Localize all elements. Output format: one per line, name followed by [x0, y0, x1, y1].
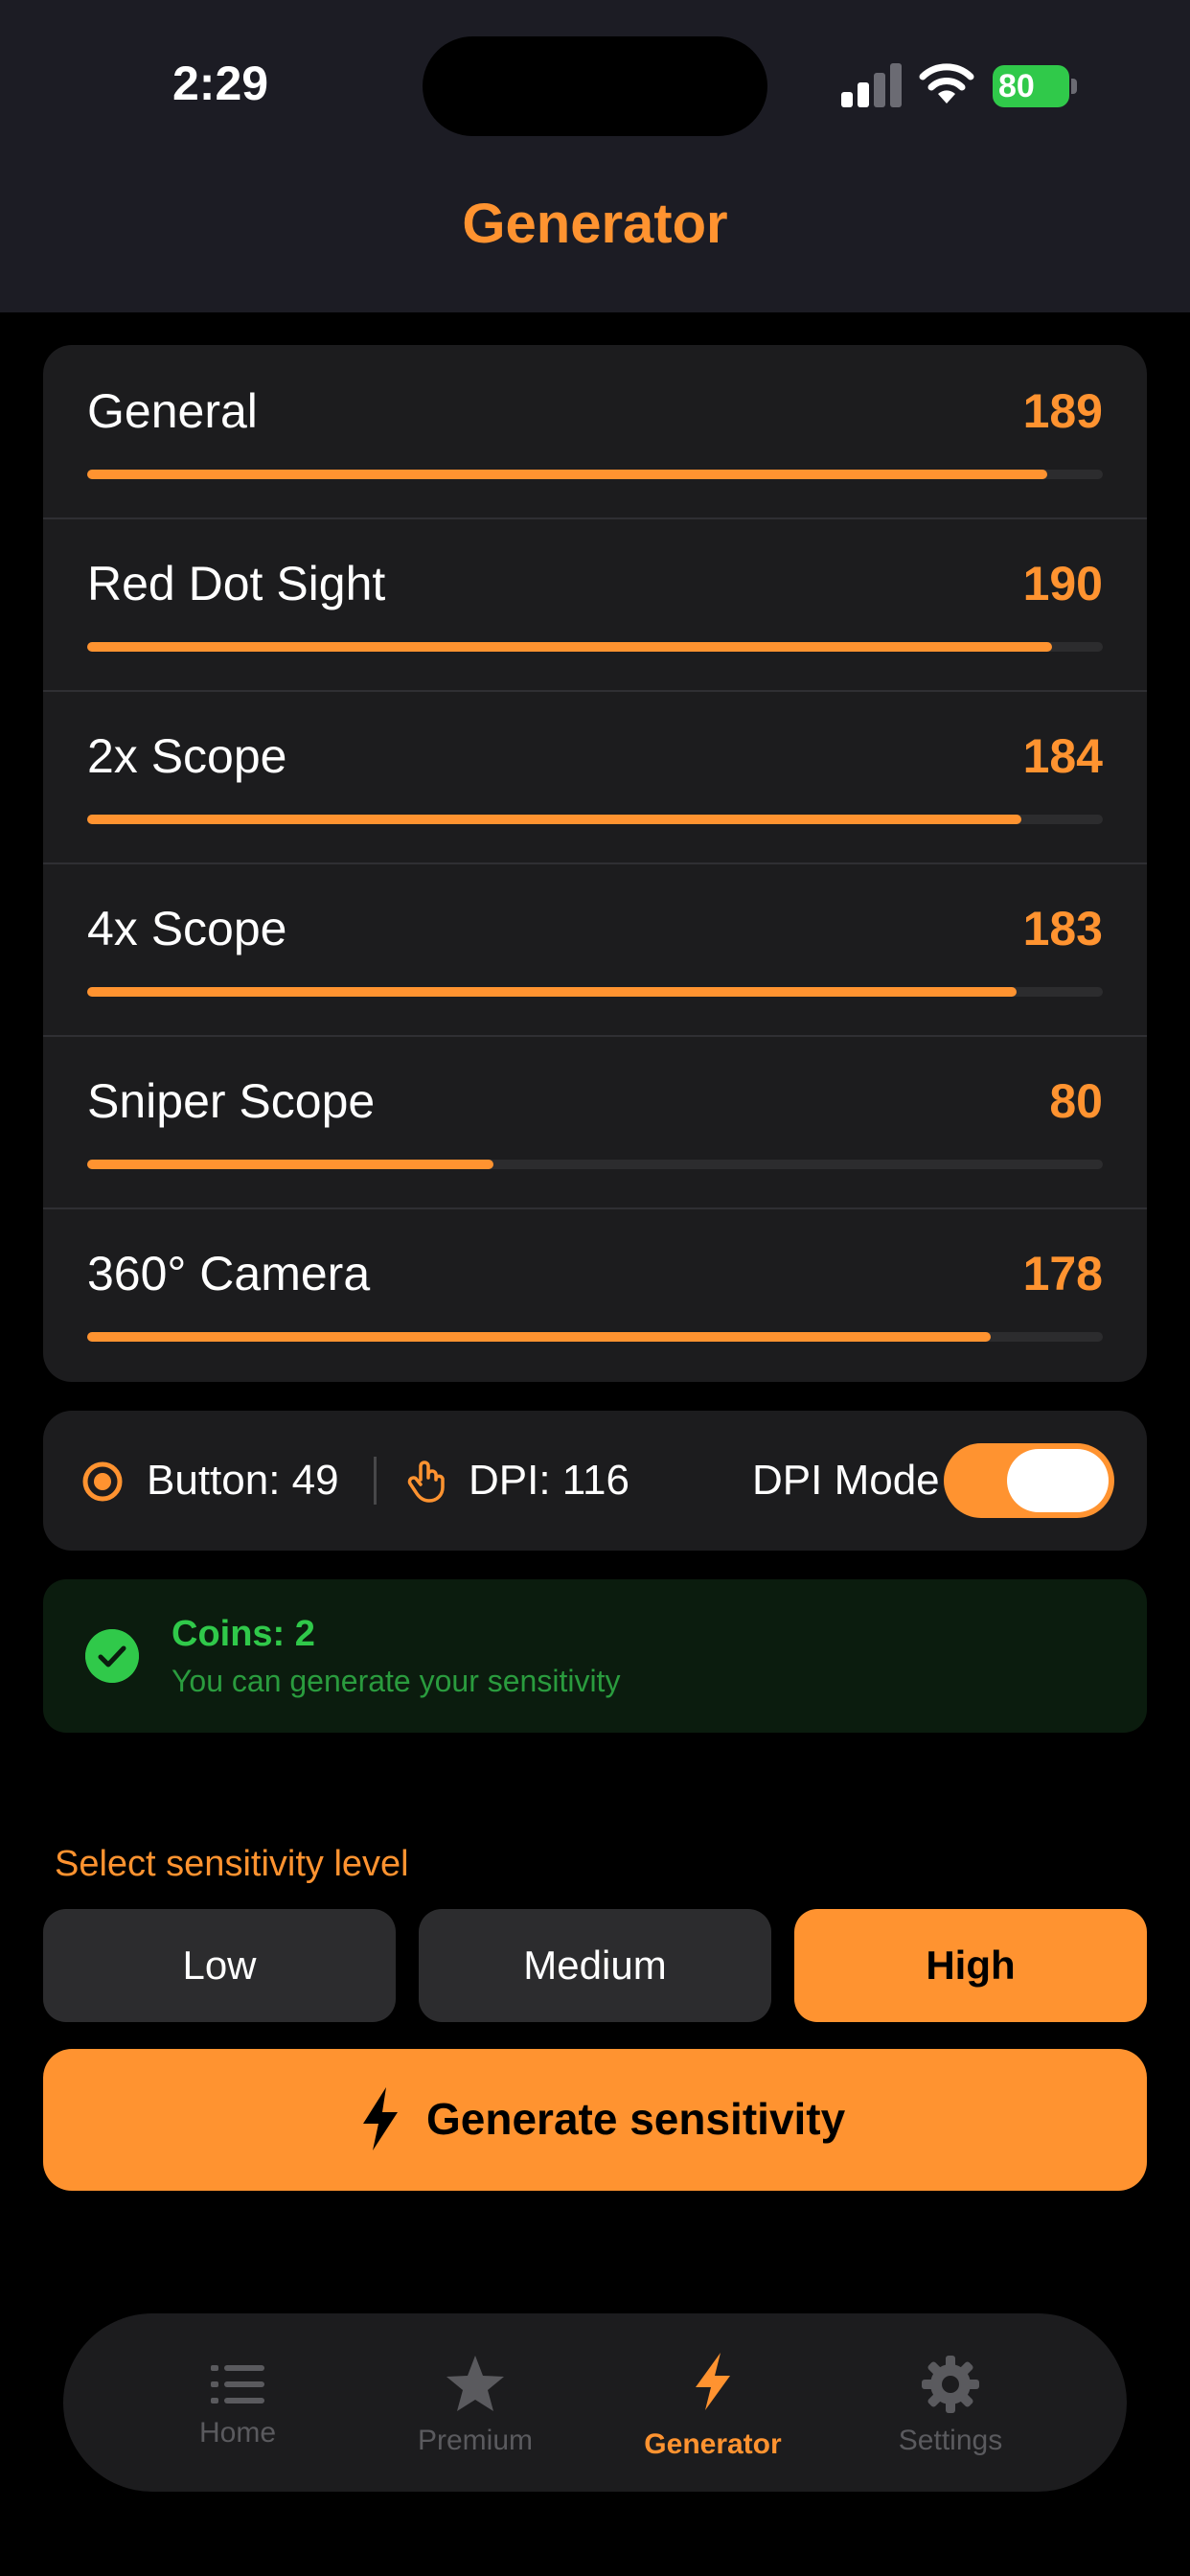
- list-icon: [211, 2365, 264, 2404]
- sensitivity-slider-track[interactable]: [87, 1160, 1103, 1169]
- sensitivity-slider-track[interactable]: [87, 815, 1103, 824]
- navigation-header: 2:29 80 Generator: [0, 0, 1190, 312]
- coins-count: Coins: 2: [172, 1614, 315, 1654]
- tab-settings[interactable]: Settings: [855, 2313, 1046, 2492]
- dpi-text: DPI: 116: [469, 1457, 629, 1504]
- sensitivity-slider-track[interactable]: [87, 642, 1103, 652]
- sensitivity-value: 80: [1049, 1074, 1103, 1128]
- generate-label: Generate sensitivity: [426, 2094, 846, 2144]
- tab-generator-label: Generator: [644, 2428, 782, 2460]
- sensitivity-row: 2x Scope 184: [43, 690, 1147, 862]
- sensitivity-value: 184: [1022, 729, 1103, 783]
- gear-icon: [922, 2356, 979, 2413]
- tab-premium[interactable]: Premium: [379, 2313, 571, 2492]
- sensitivity-slider-track[interactable]: [87, 987, 1103, 997]
- sensitivity-label: Sniper Scope: [87, 1074, 376, 1128]
- sensitivity-slider-fill: [87, 987, 1017, 997]
- star-icon: [446, 2356, 504, 2411]
- level-selector: Low Medium High: [43, 1909, 1147, 2022]
- sensitivity-label: Red Dot Sight: [87, 557, 386, 610]
- wifi-icon: [919, 63, 974, 104]
- page-title: Generator: [462, 193, 728, 255]
- tab-bar: Home Premium Generator Settings: [63, 2313, 1127, 2492]
- dpi-mode-toggle[interactable]: [944, 1443, 1114, 1518]
- bolt-icon: [363, 2087, 398, 2150]
- sensitivity-slider-fill: [87, 1332, 992, 1342]
- level-section-label: Select sensitivity level: [55, 1844, 409, 1884]
- tab-premium-label: Premium: [417, 2425, 533, 2456]
- sensitivity-row: 360° Camera 178: [43, 1208, 1147, 1380]
- level-high-button[interactable]: High: [794, 1909, 1147, 2022]
- info-divider: [374, 1457, 377, 1505]
- button-size-text: Button: 49: [147, 1457, 339, 1504]
- settings-info-card: Button: 49 DPI: 116 DPI Mode: [43, 1411, 1147, 1551]
- sensitivity-row: 4x Scope 183: [43, 862, 1147, 1035]
- status-time: 2:29: [172, 57, 269, 110]
- hand-pointer-icon: [407, 1460, 445, 1503]
- tab-home-label: Home: [198, 2417, 277, 2449]
- dpi-mode-label: DPI Mode: [752, 1457, 940, 1504]
- coins-status-card: Coins: 2 You can generate your sensitivi…: [43, 1579, 1147, 1733]
- tab-generator[interactable]: Generator: [617, 2313, 809, 2492]
- tab-home[interactable]: Home: [142, 2313, 333, 2492]
- battery-icon: 80: [993, 65, 1077, 107]
- sensitivity-label: 2x Scope: [87, 729, 287, 783]
- sensitivity-label: 4x Scope: [87, 902, 287, 955]
- bolt-icon: [696, 2353, 730, 2410]
- coins-message: You can generate your sensitivity: [172, 1664, 621, 1698]
- sensitivity-label: 360° Camera: [87, 1247, 371, 1300]
- sensitivity-row: Red Dot Sight 190: [43, 518, 1147, 690]
- target-icon: [82, 1461, 123, 1502]
- level-medium-button[interactable]: Medium: [419, 1909, 771, 2022]
- sensitivity-row: Sniper Scope 80: [43, 1035, 1147, 1208]
- sensitivity-value: 183: [1022, 902, 1103, 955]
- sensitivity-row: General 189: [43, 345, 1147, 518]
- generate-sensitivity-button[interactable]: Generate sensitivity: [43, 2049, 1147, 2191]
- toggle-knob: [1007, 1449, 1109, 1512]
- sensitivity-value: 178: [1022, 1247, 1103, 1300]
- sensitivity-card: General 189 Red Dot Sight 190 2x Scope 184 4x …: [43, 345, 1147, 1382]
- sensitivity-slider-fill: [87, 815, 1022, 824]
- sensitivity-slider-track[interactable]: [87, 1332, 1103, 1342]
- dynamic-island: [423, 36, 767, 136]
- sensitivity-slider-track[interactable]: [87, 470, 1103, 479]
- sensitivity-slider-fill: [87, 470, 1047, 479]
- sensitivity-value: 190: [1022, 557, 1103, 610]
- sensitivity-label: General: [87, 384, 258, 438]
- level-low-button[interactable]: Low: [43, 1909, 396, 2022]
- tab-settings-label: Settings: [898, 2425, 1003, 2456]
- sensitivity-slider-fill: [87, 642, 1052, 652]
- sensitivity-value: 189: [1022, 384, 1103, 438]
- battery-level: 80: [993, 65, 1069, 107]
- checkmark-icon: [85, 1629, 139, 1683]
- cellular-signal-icon: [841, 63, 903, 107]
- sensitivity-slider-fill: [87, 1160, 493, 1169]
